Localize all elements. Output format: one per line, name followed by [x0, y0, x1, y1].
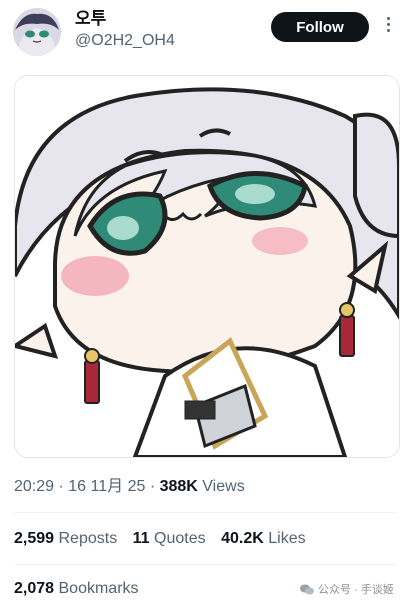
post-time[interactable]: 20:29: [14, 478, 54, 495]
post-timestamp: 20:29 · 16 11月 25 · 388K Views: [14, 478, 245, 495]
divider: [14, 564, 397, 565]
watermark-text: 公众号 · 手谈姬: [318, 584, 394, 596]
bookmarks-label: Bookmarks: [58, 580, 139, 597]
likes-stat[interactable]: 40.2K Likes: [221, 530, 306, 547]
post-header: 오투 @O2H2_OH4 Follow: [0, 0, 411, 60]
more-vertical-icon[interactable]: [383, 14, 393, 38]
separator-dot: ·: [54, 478, 69, 495]
post-date[interactable]: 16 11月 25: [68, 478, 145, 495]
quotes-label: Quotes: [154, 530, 206, 547]
quotes-count: 11: [132, 530, 150, 547]
bookmarks-count: 2,078: [14, 580, 55, 597]
bookmarks-stat[interactable]: 2,078 Bookmarks: [14, 578, 139, 600]
reposts-stat[interactable]: 2,599 Reposts: [14, 530, 117, 547]
user-handle[interactable]: @O2H2_OH4: [75, 30, 175, 52]
watermark: 公众号 · 手谈姬: [300, 581, 394, 597]
likes-count: 40.2K: [221, 530, 264, 547]
likes-label: Likes: [268, 530, 306, 547]
reposts-count: 2,599: [14, 530, 55, 547]
post-image[interactable]: [14, 75, 400, 458]
follow-button[interactable]: Follow: [271, 12, 369, 42]
reposts-label: Reposts: [58, 530, 118, 547]
display-name[interactable]: 오투: [75, 8, 106, 30]
quotes-stat[interactable]: 11 Quotes: [133, 530, 206, 547]
avatar[interactable]: [13, 8, 61, 56]
divider: [14, 512, 397, 513]
wechat-icon: [300, 584, 314, 594]
views-label: Views: [202, 478, 245, 495]
engagement-stats: 2,599 Reposts 11 Quotes 40.2K Likes: [14, 528, 317, 550]
views-count: 388K: [159, 478, 198, 495]
